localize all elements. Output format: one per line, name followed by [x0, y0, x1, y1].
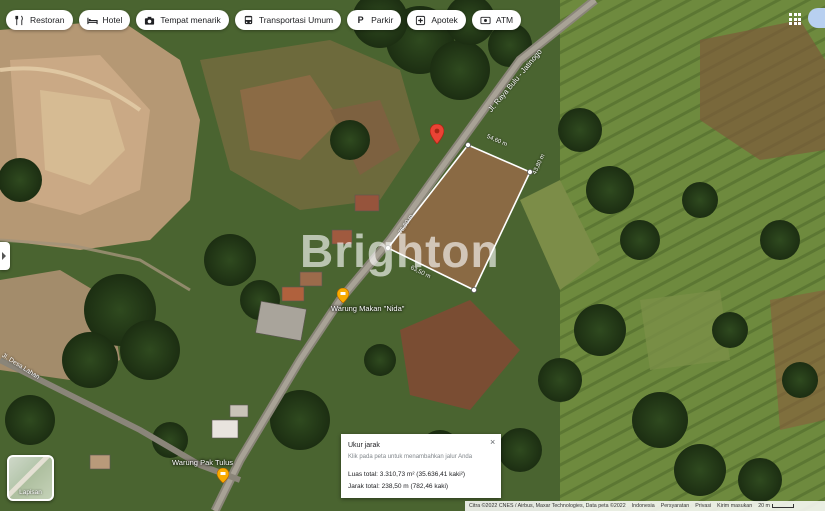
measure-title: Ukur jarak — [348, 442, 380, 449]
chip-apotek[interactable]: Apotek — [407, 10, 466, 30]
chip-transportasi-umum[interactable]: Transportasi Umum — [234, 10, 342, 30]
pharmacy-icon — [415, 15, 426, 26]
measure-distance-card: Ukur jarak × Klik pada peta untuk menamb… — [341, 434, 501, 498]
account-avatar[interactable] — [808, 8, 825, 28]
chip-tempat-menarik[interactable]: Tempat menarik — [136, 10, 229, 30]
layers-toggle-button[interactable]: Lapisan — [7, 455, 54, 501]
chip-hotel[interactable]: Hotel — [78, 10, 131, 30]
chip-parkir[interactable]: P Parkir — [347, 10, 402, 30]
atm-icon — [480, 15, 491, 26]
shop-pin-icon[interactable] — [217, 468, 229, 483]
layers-label: Lapisan — [19, 489, 42, 496]
map-footer: Citra ©2022 CNES / Airbus, Maxar Technol… — [465, 501, 825, 511]
attribution: Citra ©2022 CNES / Airbus, Maxar Technol… — [469, 503, 626, 509]
bus-icon — [243, 15, 254, 26]
shop-pin-icon[interactable] — [337, 288, 349, 303]
total-distance: Jarak total: 238,50 m (782,46 kaki) — [348, 483, 449, 490]
place-label[interactable]: Warung Pak Tulus — [172, 458, 233, 467]
scale-bar[interactable]: 20 m — [758, 503, 794, 509]
apps-grid-icon[interactable] — [789, 13, 801, 25]
location-pin-icon[interactable] — [430, 124, 444, 144]
country-link[interactable]: Indonesia — [632, 503, 655, 509]
chip-atm[interactable]: ATM — [471, 10, 522, 30]
camera-icon — [144, 15, 155, 26]
bed-icon — [86, 15, 98, 26]
category-chip-bar: Restoran Hotel Tempat menarik Transporta… — [6, 10, 522, 30]
chip-restoran[interactable]: Restoran — [6, 10, 73, 30]
feedback-link[interactable]: Kirim masukan — [717, 503, 752, 509]
parking-icon: P — [357, 14, 364, 25]
place-label[interactable]: Warung Makan "Nida" — [331, 304, 404, 313]
expand-panel-tab[interactable] — [0, 242, 10, 270]
total-area: Luas total: 3.310,73 m² (35.636,41 kaki²… — [348, 471, 466, 478]
privacy-link[interactable]: Privasi — [695, 503, 711, 509]
measure-hint: Klik pada peta untuk menambahkan jalur A… — [348, 454, 473, 460]
close-icon[interactable]: × — [490, 437, 495, 447]
fork-knife-icon — [14, 15, 25, 26]
terms-link[interactable]: Persyaratan — [661, 503, 690, 509]
